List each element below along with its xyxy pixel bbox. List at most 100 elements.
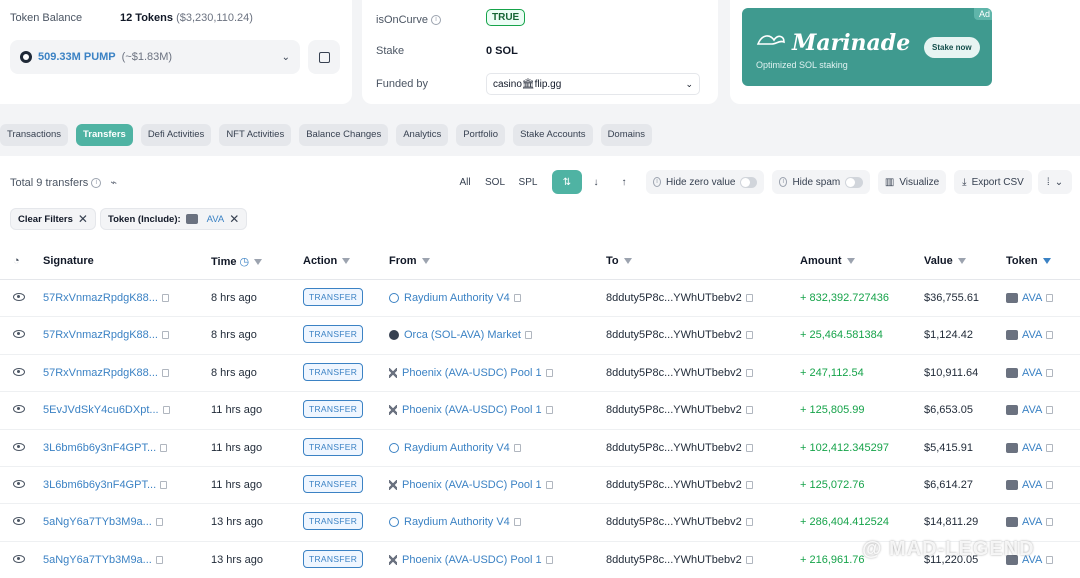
close-icon[interactable]: ✕ <box>78 212 88 226</box>
from-link[interactable]: Phoenix (AVA-USDC) Pool 1 <box>389 479 553 491</box>
signature-link[interactable]: 3L6bm6b6y3nF4GPT... <box>43 479 168 491</box>
copy-icon[interactable] <box>1046 518 1054 527</box>
tab-domains[interactable]: Domains <box>600 124 653 146</box>
toggle-switch[interactable] <box>740 176 757 188</box>
signature-link[interactable]: 5EvJVdSkY4cu6DXpt... <box>43 404 170 416</box>
clear-filters-chip[interactable]: Clear Filters ✕ <box>10 208 96 230</box>
tab-nft-activities[interactable]: NFT Activities <box>219 124 292 146</box>
close-icon[interactable]: ✕ <box>229 212 239 226</box>
copy-icon[interactable] <box>745 518 753 527</box>
signature-link[interactable]: 57RxVnmazRpdgK88... <box>43 292 169 304</box>
signature-link[interactable]: 5aNgY6a7TYb3M9a... <box>43 516 163 528</box>
copy-icon[interactable] <box>545 406 553 415</box>
copy-icon[interactable] <box>1046 368 1054 377</box>
from-link[interactable]: Raydium Authority V4 <box>389 442 521 454</box>
eye-icon[interactable] <box>13 367 25 376</box>
tab-transactions[interactable]: Transactions <box>0 124 69 146</box>
copy-icon[interactable] <box>513 294 521 303</box>
to-address[interactable]: 8dduty5P8c...YWhUTbebv2 <box>606 479 753 491</box>
stake-now-button[interactable]: Stake now <box>924 37 980 58</box>
portfolio-button[interactable] <box>308 40 340 74</box>
eye-icon[interactable] <box>13 293 25 301</box>
tab-transfers[interactable]: Transfers <box>76 124 133 146</box>
eye-icon[interactable] <box>13 554 25 563</box>
filter-icon[interactable] <box>623 258 632 265</box>
copy-icon[interactable] <box>745 368 753 377</box>
copy-icon[interactable] <box>1046 555 1054 564</box>
from-link[interactable]: Raydium Authority V4 <box>389 516 521 528</box>
to-address[interactable]: 8dduty5P8c...YWhUTbebv2 <box>606 367 753 379</box>
filter-icon[interactable] <box>421 258 430 265</box>
col-value[interactable]: Value <box>924 255 966 267</box>
to-address[interactable]: 8dduty5P8c...YWhUTbebv2 <box>606 404 753 416</box>
col-to[interactable]: To <box>606 255 632 267</box>
eye-icon[interactable] <box>13 480 25 488</box>
to-address[interactable]: 8dduty5P8c...YWhUTbebv2 <box>606 442 753 454</box>
copy-icon[interactable] <box>545 368 553 377</box>
col-time[interactable]: Time ◷ <box>211 255 263 268</box>
token-filter-chip[interactable]: Token (Include): AVA ✕ <box>100 208 248 230</box>
copy-icon[interactable] <box>1046 294 1054 303</box>
arrow-up-icon[interactable]: ↑ <box>612 170 636 194</box>
copy-icon[interactable] <box>161 368 169 377</box>
filter-icon[interactable] <box>846 258 855 265</box>
filter-icon[interactable] <box>254 259 263 266</box>
copy-icon[interactable] <box>545 555 553 564</box>
token-link[interactable]: AVA <box>1006 479 1054 491</box>
copy-icon[interactable] <box>160 443 168 452</box>
col-token[interactable]: Token <box>1006 255 1051 267</box>
copy-icon[interactable] <box>155 555 163 564</box>
copy-icon[interactable] <box>745 406 753 415</box>
copy-icon[interactable] <box>745 481 753 490</box>
eye-icon[interactable] <box>13 330 25 339</box>
eye-icon[interactable] <box>13 517 25 526</box>
copy-icon[interactable] <box>161 294 169 303</box>
copy-icon[interactable] <box>745 555 753 564</box>
to-address[interactable]: 8dduty5P8c...YWhUTbebv2 <box>606 292 753 304</box>
tab-analytics[interactable]: Analytics <box>396 124 449 146</box>
from-link[interactable]: Phoenix (AVA-USDC) Pool 1 <box>389 404 553 416</box>
col-from[interactable]: From <box>389 255 430 267</box>
signature-link[interactable]: 3L6bm6b6y3nF4GPT... <box>43 442 168 454</box>
tab-stake-accounts[interactable]: Stake Accounts <box>513 124 593 146</box>
hide-zero-value-toggle[interactable]: i Hide zero value <box>646 170 764 194</box>
export-csv-button[interactable]: ⤓ Export CSV <box>954 170 1032 194</box>
copy-icon[interactable] <box>160 481 168 490</box>
visualize-button[interactable]: ▥ Visualize <box>878 170 946 194</box>
col-amount[interactable]: Amount <box>800 255 855 267</box>
from-link[interactable]: Phoenix (AVA-USDC) Pool 1 <box>389 554 553 566</box>
to-address[interactable]: 8dduty5P8c...YWhUTbebv2 <box>606 554 753 566</box>
signature-link[interactable]: 5aNgY6a7TYb3M9a... <box>43 554 163 566</box>
filter-sol-button[interactable]: SOL <box>480 170 510 194</box>
token-link[interactable]: AVA <box>1006 442 1054 454</box>
toggle-switch[interactable] <box>845 176 863 188</box>
eye-icon[interactable] <box>13 442 25 451</box>
from-link[interactable]: Phoenix (AVA-USDC) Pool 1 <box>389 367 553 379</box>
arrow-down-icon[interactable]: ↓ <box>584 170 608 194</box>
from-link[interactable]: Orca (SOL-AVA) Market <box>389 329 532 341</box>
copy-icon[interactable] <box>545 481 553 490</box>
column-settings-button[interactable]: ⁞ ⌄ <box>1038 170 1072 194</box>
copy-icon[interactable] <box>513 443 521 452</box>
filter-icon[interactable] <box>342 258 351 265</box>
copy-icon[interactable] <box>1046 331 1054 340</box>
signature-link[interactable]: 57RxVnmazRpdgK88... <box>43 367 169 379</box>
copy-icon[interactable] <box>513 518 521 527</box>
signature-link[interactable]: 57RxVnmazRpdgK88... <box>43 329 169 341</box>
col-action[interactable]: Action <box>303 255 351 267</box>
filter-spl-button[interactable]: SPL <box>512 170 544 194</box>
token-link[interactable]: AVA <box>1006 404 1054 416</box>
eye-icon[interactable] <box>13 405 25 414</box>
sort-both-icon[interactable]: ⇅ <box>552 170 582 194</box>
copy-icon[interactable] <box>1046 481 1054 490</box>
marinade-ad-banner[interactable]: Marinade Optimized SOL staking Stake now… <box>742 8 992 86</box>
copy-icon[interactable] <box>524 331 532 340</box>
copy-icon[interactable] <box>745 331 753 340</box>
chart-analysis-icon[interactable]: ⌁ <box>110 177 117 189</box>
copy-icon[interactable] <box>161 331 169 340</box>
copy-icon[interactable] <box>745 294 753 303</box>
funded-by-select[interactable]: casino🏛flip.gg ⌄ <box>486 73 700 95</box>
token-link[interactable]: AVA <box>1006 516 1054 528</box>
filter-active-icon[interactable] <box>1042 258 1051 265</box>
token-link[interactable]: AVA <box>1006 367 1054 379</box>
